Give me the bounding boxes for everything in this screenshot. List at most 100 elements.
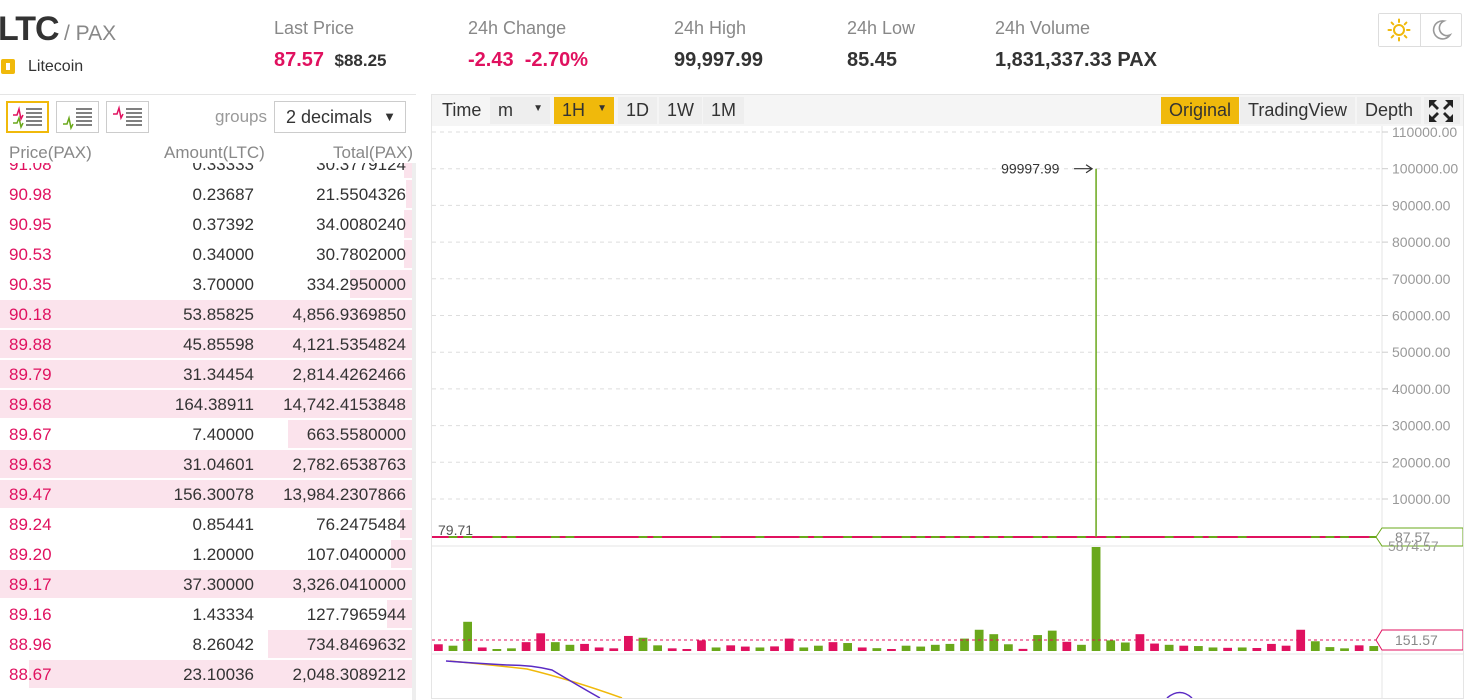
price-candle xyxy=(1106,536,1116,538)
order-book-header: Price(PAX) Amount(LTC) Total(PAX) xyxy=(0,143,416,163)
price-candle xyxy=(799,536,809,538)
order-row[interactable]: 89.67 7.40000 663.5580000 xyxy=(0,419,416,449)
order-row[interactable]: 89.79 31.34454 2,814.4262466 xyxy=(0,359,416,389)
theme-toggle xyxy=(1378,13,1462,47)
light-theme-button[interactable] xyxy=(1379,14,1421,46)
order-total: 334.2950000 xyxy=(306,275,406,294)
current-volume-label: 151.57 xyxy=(1395,632,1438,648)
price-candle xyxy=(536,536,546,538)
price-candle xyxy=(887,536,896,538)
order-total: 2,782.6538763 xyxy=(292,455,406,474)
order-row[interactable]: 89.17 37.30000 3,326.0410000 xyxy=(0,569,416,599)
volume-bar xyxy=(463,621,472,651)
price-candle xyxy=(945,536,955,538)
price-axis-tick-label: 80000.00 xyxy=(1392,234,1451,250)
order-price: 90.98 xyxy=(9,185,52,204)
order-row[interactable]: 89.47 156.30078 13,984.2307866 xyxy=(0,479,416,509)
order-row[interactable]: 88.96 8.26042 734.8469632 xyxy=(0,629,416,659)
price-candle xyxy=(580,536,589,538)
order-price: 89.88 xyxy=(9,335,52,354)
volume-bar xyxy=(1047,630,1057,651)
volume-bar xyxy=(609,648,619,651)
volume-bar xyxy=(916,646,926,651)
price-candle xyxy=(1135,536,1145,538)
fullscreen-icon xyxy=(1429,100,1453,122)
fullscreen-button[interactable] xyxy=(1424,97,1460,124)
view-sell-orders-button[interactable] xyxy=(106,101,149,133)
price-candle xyxy=(872,536,882,538)
price-candle xyxy=(1018,536,1028,538)
order-row[interactable]: 89.88 45.85598 4,121.5354824 xyxy=(0,329,416,359)
price-axis-tick-label: 100000.00 xyxy=(1392,161,1458,177)
price-candle xyxy=(434,536,443,538)
view-all-orders-button[interactable] xyxy=(6,101,49,133)
order-total: 21.5504326 xyxy=(316,185,406,204)
order-row[interactable]: 89.16 1.43334 127.7965944 xyxy=(0,599,416,629)
price-candle xyxy=(638,536,648,538)
coin-name: Litecoin xyxy=(28,58,84,75)
order-amount: 3.70000 xyxy=(192,275,254,294)
view-original-button[interactable]: Original xyxy=(1161,97,1240,124)
indicator-line-purple xyxy=(445,660,601,698)
stat-24h-volume: 24h Volume 1,831,337.33 PAX xyxy=(995,18,1157,72)
order-total: 30.7802000 xyxy=(316,245,406,264)
volume-bar xyxy=(887,649,896,651)
low-price-label: 79.71 xyxy=(438,522,473,538)
order-row[interactable]: 89.63 31.04601 2,782.6538763 xyxy=(0,449,416,479)
interval-1w-button[interactable]: 1W xyxy=(659,97,702,124)
order-row[interactable]: 90.95 0.37392 34.0080240 xyxy=(0,209,416,239)
order-price: 90.18 xyxy=(9,305,52,324)
order-row[interactable]: 90.98 0.23687 21.5504326 xyxy=(0,179,416,209)
price-candle xyxy=(1296,536,1306,538)
chart-canvas[interactable]: 110000.00 100000.00 90000.00 80000.00 70000.… xyxy=(432,95,1463,698)
order-row[interactable]: 88.67 23.10036 2,048.3089212 xyxy=(0,659,416,689)
price-candle xyxy=(857,536,867,538)
order-price: 89.24 xyxy=(9,515,52,534)
price-candle xyxy=(624,536,633,538)
price-candle xyxy=(653,536,662,538)
order-price: 89.17 xyxy=(9,575,52,594)
interval-1m-button[interactable]: 1M xyxy=(703,97,745,124)
price-column-header: Price(PAX) xyxy=(9,143,92,162)
price-candle xyxy=(770,536,779,538)
order-row[interactable]: 89.24 0.85441 76.2475484 xyxy=(0,509,416,539)
order-row[interactable]: 90.53 0.34000 30.7802000 xyxy=(0,239,416,269)
price-candle xyxy=(1340,536,1349,538)
order-row[interactable]: 90.18 53.85825 4,856.9369850 xyxy=(0,299,416,329)
order-price: 89.16 xyxy=(9,605,52,624)
order-price: 89.68 xyxy=(9,395,52,414)
volume-bar xyxy=(1106,640,1116,651)
interval-1d-button[interactable]: 1D xyxy=(618,97,658,124)
price-candle xyxy=(1252,536,1262,538)
view-tradingview-button[interactable]: TradingView xyxy=(1240,97,1356,124)
view-depth-button[interactable]: Depth xyxy=(1357,97,1422,124)
order-total: 34.0080240 xyxy=(316,215,406,234)
volume-bar xyxy=(770,646,779,651)
decimals-select[interactable]: 2 decimals ▼ xyxy=(274,101,406,133)
stat-label: 24h Change xyxy=(468,18,567,38)
stat-24h-change: 24h Change -2.43 -2.70% xyxy=(468,18,588,72)
order-price: 88.67 xyxy=(9,665,52,684)
volume-bar xyxy=(667,648,677,651)
volume-bar xyxy=(740,646,750,651)
price-candle xyxy=(989,536,999,538)
price-chart: 110000.00 100000.00 90000.00 80000.00 70000.… xyxy=(431,94,1464,699)
price-candle xyxy=(960,536,969,538)
interval-1h-button[interactable]: 1H ▼ xyxy=(554,97,614,124)
volume-bar xyxy=(799,647,809,651)
dark-theme-button[interactable] xyxy=(1421,14,1462,46)
order-amount: 53.85825 xyxy=(183,305,254,324)
view-buy-orders-button[interactable] xyxy=(56,101,99,133)
amount-column-header: Amount(LTC) xyxy=(164,143,265,162)
order-row[interactable]: 90.35 3.70000 334.2950000 xyxy=(0,269,416,299)
order-row[interactable]: 91.08 0.33333 30.3779124 xyxy=(0,163,416,179)
volume-bar xyxy=(1062,641,1072,651)
price-candle xyxy=(463,536,472,538)
volume-bar xyxy=(536,633,546,651)
order-book-scrollbar[interactable] xyxy=(412,163,416,700)
order-row[interactable]: 89.20 1.20000 107.0400000 xyxy=(0,539,416,569)
minute-interval-select[interactable]: m ▼ xyxy=(490,97,550,124)
price-candle xyxy=(550,536,560,538)
order-row[interactable]: 89.68 164.38911 14,742.4153848 xyxy=(0,389,416,419)
price-candle xyxy=(1194,536,1203,538)
